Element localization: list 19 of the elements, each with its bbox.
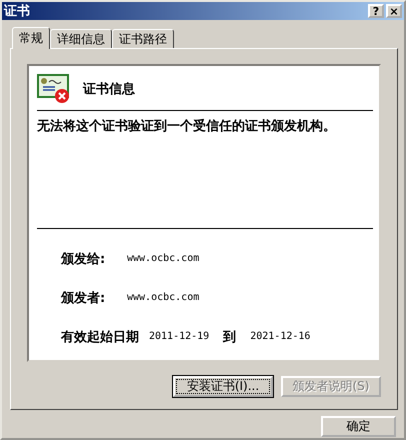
tab[interactable]: 证书路径 [112, 29, 174, 48]
field-label: 颁发者: [61, 290, 106, 306]
help-button[interactable]: ? [368, 4, 384, 18]
ok-button[interactable]: 确定 [321, 416, 396, 437]
section-title: 证书信息 [83, 81, 135, 98]
certificate-error-icon [37, 74, 71, 104]
validity-label: 有效起始日期 [61, 328, 139, 346]
field-value: www.ocbc.com [127, 253, 200, 264]
tab[interactable]: 详细信息 [50, 29, 112, 48]
close-button[interactable]: × [386, 4, 402, 18]
end-date: 2021-12-16 [250, 331, 310, 342]
to-label: 到 [223, 328, 236, 346]
error-message: 无法将这个证书验证到一个受信任的证书颁发机构。 [37, 119, 336, 134]
tab[interactable]: 常规 [12, 27, 50, 49]
field-label: 颁发给: [61, 250, 106, 268]
field-value: www.ocbc.com [127, 292, 200, 303]
window-title: 证书 [4, 3, 30, 20]
install-certificate-button[interactable]: 安装证书(I)... [173, 376, 273, 397]
start-date: 2011-12-19 [149, 331, 210, 342]
